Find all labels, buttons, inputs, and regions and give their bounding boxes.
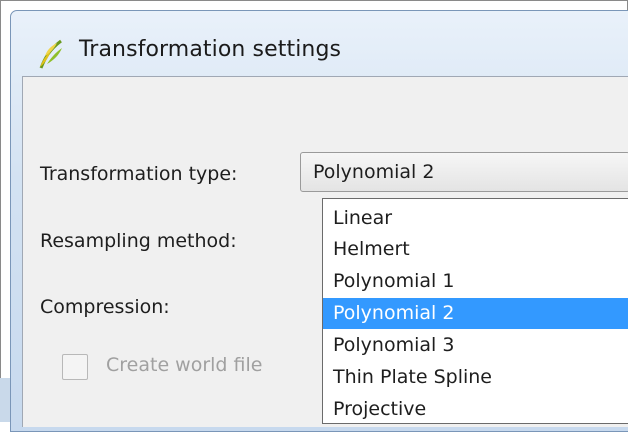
resampling-method-label: Resampling method: xyxy=(40,230,237,252)
transformation-type-dropdown-list[interactable]: Linear Helmert Polynomial 1 Polynomial 2… xyxy=(322,198,628,424)
dropdown-option-linear[interactable]: Linear xyxy=(323,203,628,234)
dropdown-option-polynomial-1[interactable]: Polynomial 1 xyxy=(323,266,628,297)
transformation-type-label: Transformation type: xyxy=(40,163,238,185)
compression-label: Compression: xyxy=(40,296,170,318)
transformation-type-value: Polynomial 2 xyxy=(313,161,435,183)
qgis-logo-icon xyxy=(39,39,62,69)
dropdown-option-polynomial-2[interactable]: Polynomial 2 xyxy=(323,298,628,329)
window-title: Transformation settings xyxy=(79,37,342,62)
dropdown-option-polynomial-3[interactable]: Polynomial 3 xyxy=(323,330,628,361)
transformation-type-combobox[interactable]: Polynomial 2 xyxy=(300,152,628,192)
create-world-file-label: Create world file xyxy=(106,354,263,376)
dropdown-option-helmert[interactable]: Helmert xyxy=(323,234,628,265)
dropdown-option-projective[interactable]: Projective xyxy=(323,394,628,425)
window-frame-edge xyxy=(0,378,10,422)
dropdown-option-thin-plate-spline[interactable]: Thin Plate Spline xyxy=(323,362,628,393)
create-world-file-checkbox[interactable] xyxy=(62,354,88,380)
